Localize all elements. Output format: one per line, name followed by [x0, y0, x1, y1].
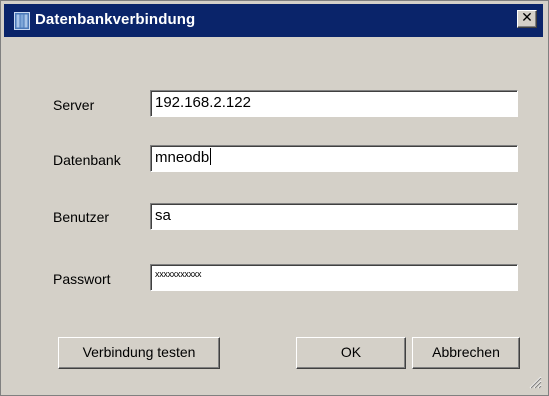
connection-dialog: Datenbankverbindung ✕ Server 192.168.2.1… [0, 0, 549, 396]
user-field[interactable]: sa [150, 203, 518, 230]
database-app-icon [14, 12, 30, 30]
text-caret [210, 148, 212, 165]
password-label: Passwort [53, 271, 111, 287]
server-field[interactable]: 192.168.2.122 [150, 90, 518, 117]
close-icon: ✕ [521, 10, 533, 26]
password-value: xxxxxxxxxxx [155, 269, 202, 279]
ok-button[interactable]: OK [296, 337, 406, 369]
title-bar[interactable]: Datenbankverbindung ✕ [4, 4, 543, 37]
cancel-button[interactable]: Abbrechen [412, 337, 520, 369]
test-connection-button[interactable]: Verbindung testen [58, 337, 220, 369]
close-button[interactable]: ✕ [517, 10, 537, 28]
cancel-label: Abbrechen [432, 344, 500, 360]
password-field[interactable]: xxxxxxxxxxx [150, 264, 518, 291]
window-title: Datenbankverbindung [35, 11, 196, 28]
server-value: 192.168.2.122 [155, 94, 251, 111]
ok-label: OK [340, 344, 362, 360]
test-connection-label: Verbindung testen [82, 344, 196, 360]
user-value: sa [155, 207, 171, 224]
server-label: Server [53, 97, 95, 113]
user-label: Benutzer [53, 209, 110, 225]
database-field[interactable]: mneodb [150, 145, 518, 172]
resize-grip-icon[interactable] [528, 375, 542, 389]
database-value: mneodb [155, 149, 210, 166]
database-label: Datenbank [53, 152, 121, 168]
